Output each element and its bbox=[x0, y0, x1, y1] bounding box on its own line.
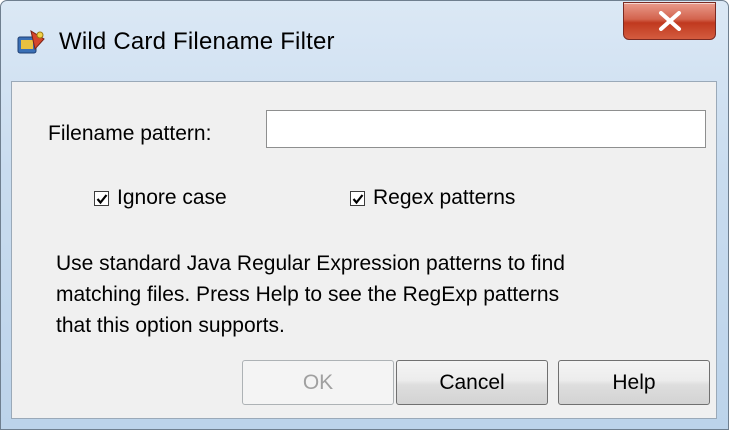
filename-pattern-input[interactable] bbox=[266, 110, 706, 148]
cancel-button[interactable]: Cancel bbox=[396, 360, 548, 405]
ignore-case-checkbox[interactable]: Ignore case bbox=[94, 186, 227, 210]
ok-button[interactable]: OK bbox=[242, 360, 394, 405]
checkmark-icon bbox=[352, 193, 364, 204]
help-button[interactable]: Help bbox=[558, 360, 710, 405]
help-text-line-2: matching files. Press Help to see the Re… bbox=[56, 283, 560, 306]
title-bar[interactable]: Wild Card Filename Filter bbox=[1, 1, 728, 83]
app-icon bbox=[17, 29, 47, 55]
window-title: Wild Card Filename Filter bbox=[59, 28, 335, 55]
help-text-line-1: Use standard Java Regular Expression pat… bbox=[56, 252, 565, 275]
close-icon bbox=[659, 11, 681, 31]
ignore-case-check-box[interactable] bbox=[94, 190, 109, 206]
checkmark-icon bbox=[96, 193, 108, 204]
filename-pattern-label: Filename pattern: bbox=[48, 122, 212, 145]
dialog-window: Wild Card Filename Filter Filename patte… bbox=[0, 0, 729, 430]
regex-patterns-check-box[interactable] bbox=[350, 190, 365, 206]
help-text-line-3: that this option supports. bbox=[56, 314, 285, 337]
regex-patterns-label: Regex patterns bbox=[373, 186, 516, 209]
ignore-case-label: Ignore case bbox=[117, 186, 227, 209]
regex-patterns-checkbox[interactable]: Regex patterns bbox=[350, 186, 515, 210]
help-description: Use standard Java Regular Expression pat… bbox=[56, 248, 696, 341]
dialog-body: Filename pattern: Ignore case Regex patt… bbox=[11, 81, 717, 419]
close-button[interactable] bbox=[623, 2, 716, 40]
